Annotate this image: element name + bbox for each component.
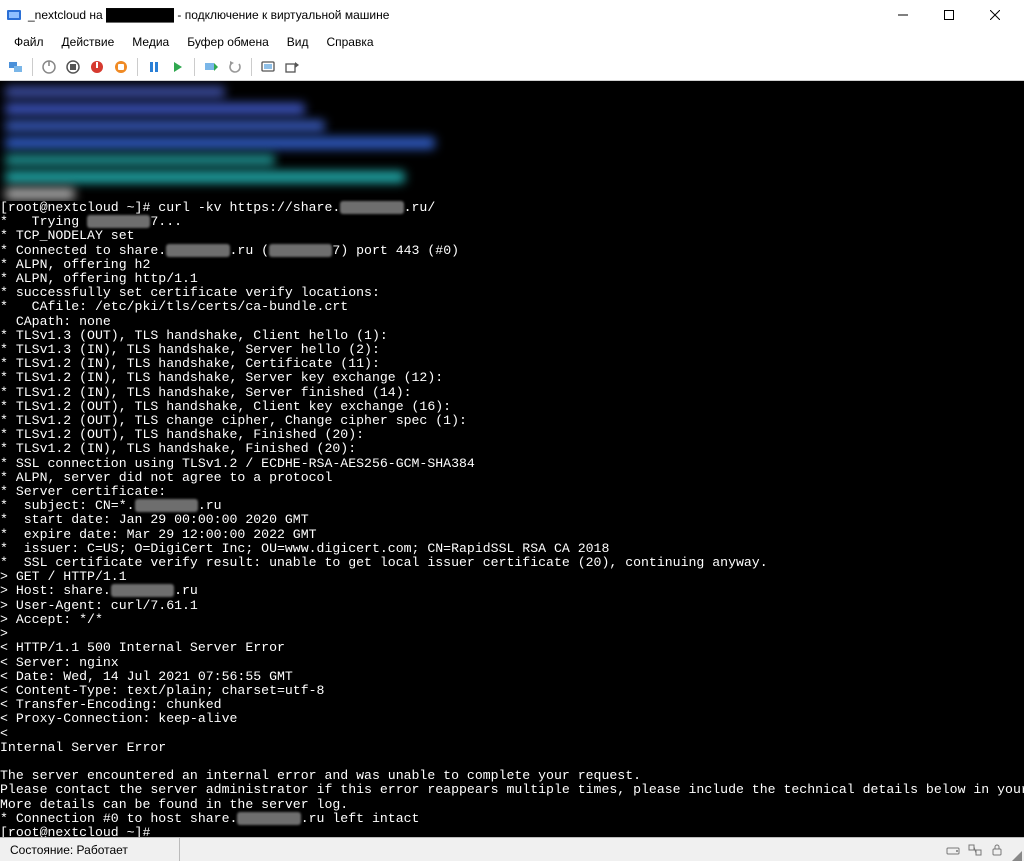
redacted-text: ████████	[269, 243, 332, 258]
terminal-output: [root@nextcloud ~]# curl -kv https://sha…	[0, 201, 1024, 837]
terminal-line: >	[0, 627, 1024, 641]
terminal-line: < HTTP/1.1 500 Internal Server Error	[0, 641, 1024, 655]
menu-action[interactable]: Действие	[54, 33, 123, 51]
redacted-text: ████████	[166, 243, 229, 258]
enhanced-session-button[interactable]	[258, 57, 278, 77]
terminal-line: > Accept: */*	[0, 613, 1024, 627]
terminal-line: * issuer: C=US; O=DigiCert Inc; OU=www.d…	[0, 542, 1024, 556]
redacted-text: ████████	[340, 200, 403, 215]
window-title: _nextcloud на ████████ - подключение к в…	[28, 8, 880, 22]
terminal-line: > Host: share.████████.ru	[0, 584, 1024, 598]
terminal-line: * TLSv1.2 (IN), TLS handshake, Finished …	[0, 442, 1024, 456]
resize-grip[interactable]	[1012, 851, 1022, 861]
terminal-line: * TCP_NODELAY set	[0, 229, 1024, 243]
menu-media[interactable]: Медиа	[124, 33, 177, 51]
app-icon	[6, 7, 22, 23]
terminal-line: <	[0, 727, 1024, 741]
terminal-line: The server encountered an internal error…	[0, 769, 1024, 783]
shutdown-button[interactable]	[87, 57, 107, 77]
toolbar	[0, 54, 1024, 81]
toolbar-separator	[251, 58, 252, 76]
menu-file[interactable]: Файл	[6, 33, 52, 51]
network-icon	[964, 839, 986, 861]
toolbar-separator	[32, 58, 33, 76]
terminal-line: * TLSv1.2 (OUT), TLS handshake, Client k…	[0, 400, 1024, 414]
redacted-text: ████████	[87, 214, 150, 229]
redacted-header	[0, 81, 1024, 201]
lock-icon	[986, 839, 1008, 861]
terminal-line: * TLSv1.3 (IN), TLS handshake, Server he…	[0, 343, 1024, 357]
menubar: Файл Действие Медиа Буфер обмена Вид Спр…	[0, 30, 1024, 54]
maximize-button[interactable]	[926, 0, 972, 30]
close-button[interactable]	[972, 0, 1018, 30]
terminal-line: * SSL certificate verify result: unable …	[0, 556, 1024, 570]
redacted-text: ████████	[111, 583, 174, 598]
window-titlebar: _nextcloud на ████████ - подключение к в…	[0, 0, 1024, 30]
ctrl-alt-del-button[interactable]	[6, 57, 26, 77]
terminal-line: < Content-Type: text/plain; charset=utf-…	[0, 684, 1024, 698]
terminal-line: * CAfile: /etc/pki/tls/certs/ca-bundle.c…	[0, 300, 1024, 314]
pause-button[interactable]	[144, 57, 164, 77]
save-button[interactable]	[111, 57, 131, 77]
terminal-line: * Connected to share.████████.ru (██████…	[0, 244, 1024, 258]
terminal-line: * SSL connection using TLSv1.2 / ECDHE-R…	[0, 457, 1024, 471]
menu-clipboard[interactable]: Буфер обмена	[179, 33, 277, 51]
terminal-line: < Transfer-Encoding: chunked	[0, 698, 1024, 712]
terminal-line: * TLSv1.2 (IN), TLS handshake, Certifica…	[0, 357, 1024, 371]
terminal-line: * TLSv1.2 (IN), TLS handshake, Server ke…	[0, 371, 1024, 385]
terminal-line: Internal Server Error	[0, 741, 1024, 755]
minimize-button[interactable]	[880, 0, 926, 30]
start-button[interactable]	[39, 57, 59, 77]
terminal-line: * ALPN, server did not agree to a protoc…	[0, 471, 1024, 485]
terminal-line: * Connection #0 to host share.████████.r…	[0, 812, 1024, 826]
turnoff-button[interactable]	[63, 57, 83, 77]
terminal-line: * TLSv1.2 (OUT), TLS handshake, Finished…	[0, 428, 1024, 442]
terminal-line: More details can be found in the server …	[0, 798, 1024, 812]
terminal-line: * start date: Jan 29 00:00:00 2020 GMT	[0, 513, 1024, 527]
redacted-text: ████████	[237, 811, 300, 826]
terminal-line: * successfully set certificate verify lo…	[0, 286, 1024, 300]
terminal-line: * TLSv1.2 (IN), TLS handshake, Server fi…	[0, 386, 1024, 400]
statusbar: Состояние: Работает	[0, 837, 1024, 861]
terminal-line: < Proxy-Connection: keep-alive	[0, 712, 1024, 726]
terminal-line: < Server: nginx	[0, 656, 1024, 670]
reset-button[interactable]	[168, 57, 188, 77]
terminal-line: * ALPN, offering h2	[0, 258, 1024, 272]
terminal-line: > User-Agent: curl/7.61.1	[0, 599, 1024, 613]
terminal-line: * TLSv1.2 (OUT), TLS change cipher, Chan…	[0, 414, 1024, 428]
terminal-line: * subject: CN=*.████████.ru	[0, 499, 1024, 513]
share-button[interactable]	[282, 57, 302, 77]
status-text: Состояние: Работает	[0, 838, 180, 861]
terminal-line	[0, 755, 1024, 769]
menu-view[interactable]: Вид	[279, 33, 317, 51]
terminal-line: [root@nextcloud ~]# curl -kv https://sha…	[0, 201, 1024, 215]
terminal-line: * ALPN, offering http/1.1	[0, 272, 1024, 286]
terminal-line: < Date: Wed, 14 Jul 2021 07:56:55 GMT	[0, 670, 1024, 684]
disk-icon	[942, 839, 964, 861]
menu-help[interactable]: Справка	[318, 33, 381, 51]
toolbar-separator	[137, 58, 138, 76]
checkpoint-button[interactable]	[201, 57, 221, 77]
revert-button[interactable]	[225, 57, 245, 77]
terminal-line: * expire date: Mar 29 12:00:00 2022 GMT	[0, 528, 1024, 542]
terminal-line: [root@nextcloud ~]#	[0, 826, 1024, 837]
terminal-line: CApath: none	[0, 315, 1024, 329]
terminal-line: * Trying ████████7...	[0, 215, 1024, 229]
redacted-text: ████████	[135, 498, 198, 513]
toolbar-separator	[194, 58, 195, 76]
vm-display[interactable]: [root@nextcloud ~]# curl -kv https://sha…	[0, 81, 1024, 837]
terminal-line: * TLSv1.3 (OUT), TLS handshake, Client h…	[0, 329, 1024, 343]
terminal-line: Please contact the server administrator …	[0, 783, 1024, 797]
